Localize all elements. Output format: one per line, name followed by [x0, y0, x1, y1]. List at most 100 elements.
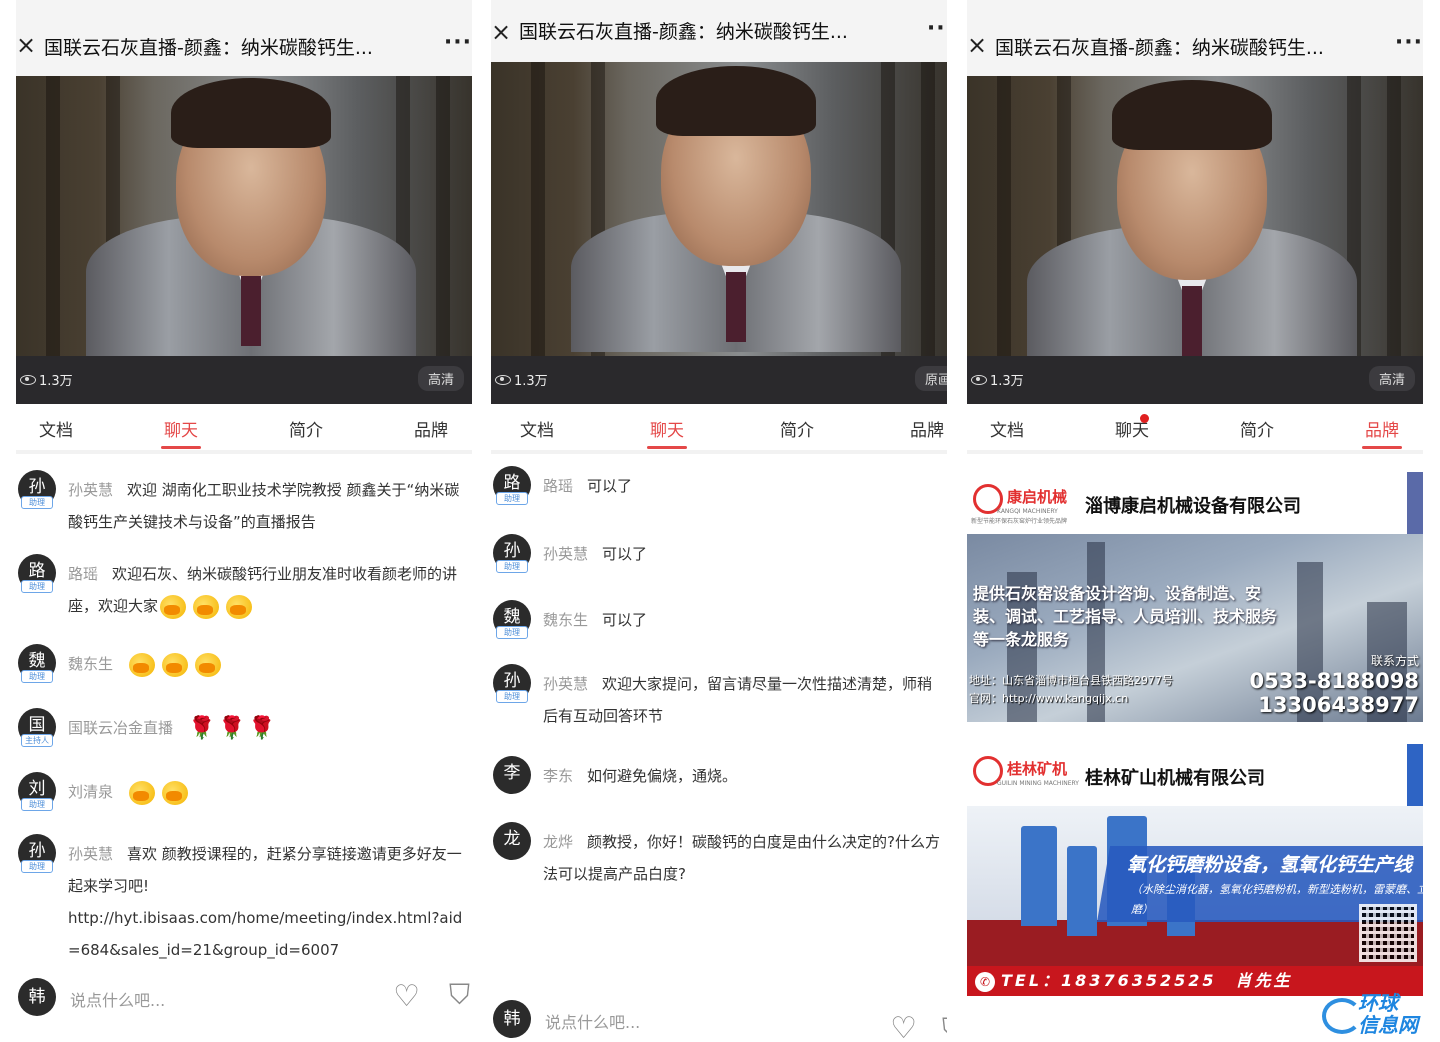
quality-button[interactable]: 高清: [1368, 366, 1415, 391]
top-bar: × 国联云石灰直播-颜鑫：纳米碳酸钙生... ···: [491, 0, 947, 62]
hug-emoji-icon: [160, 779, 190, 807]
username: 孙英慧: [543, 545, 589, 563]
tab-chat[interactable]: 聊天: [1102, 414, 1162, 441]
tab-intro[interactable]: 简介: [1227, 416, 1287, 441]
username: 路瑶: [68, 565, 99, 583]
hug-emoji-icon: [127, 779, 157, 807]
message-text: 可以了: [602, 611, 648, 629]
quality-button[interactable]: 原画: [914, 366, 947, 391]
more-options-icon[interactable]: ···: [927, 16, 947, 41]
hug-emoji-icon: [127, 651, 157, 679]
tab-documents[interactable]: 文档: [26, 416, 86, 441]
avatar: 龙: [493, 822, 531, 860]
page-title: 国联云石灰直播-颜鑫：纳米碳酸钙生...: [995, 37, 1324, 59]
video-status-bar: 1.3万 原画: [491, 356, 947, 404]
gift-icon[interactable]: ⛉: [449, 980, 470, 1010]
hug-emoji-icon: [193, 651, 223, 679]
tab-documents[interactable]: 文档: [977, 416, 1037, 441]
message-text: 可以了: [602, 545, 648, 563]
username: 魏东生: [68, 655, 114, 673]
username: 国联云冶金直播: [68, 719, 174, 737]
heart-icon[interactable]: ♡: [393, 982, 420, 1012]
tab-chat[interactable]: 聊天: [151, 416, 211, 449]
message-text: 欢迎 湖南化工职业技术学院教授 颜鑫关于“纳米碳酸钙生产关键技术与设备”的直播报…: [68, 481, 460, 531]
rose-icon: 🌹: [188, 715, 216, 741]
role-badge: 助理: [21, 860, 53, 873]
tab-bar: 文档 聊天 简介 品牌: [16, 404, 472, 454]
message-text: 如何避免偏烧，通烧。: [587, 767, 738, 785]
username: 刘清泉: [68, 783, 114, 801]
chat-input-bar: 韩 说点什么吧... ♡ ⛉: [491, 990, 947, 1042]
message-text: 喜欢 颜教授课程的，赶紧分享链接邀请更多好友一起来学习吧!: [68, 845, 462, 895]
brand-ad-guilin[interactable]: 桂林矿机 GUILIN MINING MACHINERY 桂林矿山机械有限公司 …: [967, 744, 1423, 996]
eye-icon: [971, 374, 987, 385]
quality-button[interactable]: 高清: [417, 366, 464, 391]
company-name: 淄博康启机械设备有限公司: [1085, 496, 1301, 517]
role-badge: 助理: [21, 496, 53, 509]
chat-input[interactable]: 说点什么吧...: [70, 987, 165, 1011]
close-icon[interactable]: ×: [16, 30, 36, 60]
live-video-player[interactable]: 1.3万 高清: [16, 76, 472, 404]
tab-brand[interactable]: 品牌: [1352, 416, 1412, 449]
avatar: 韩: [18, 978, 56, 1016]
role-badge: 主持人: [21, 734, 53, 747]
avatar: 韩: [493, 1000, 531, 1038]
message-text: 欢迎大家提问，留言请尽量一次性描述清楚，师稍后有互动回答环节: [543, 675, 933, 725]
video-frame: [491, 62, 947, 356]
hug-emoji-icon: [191, 593, 221, 621]
ad-address: 地址：山东省淄博市桓台县铁西路2977号 官网：http://www.kangqi…: [969, 674, 1173, 705]
phone-screen-chat-questions: × 国联云石灰直播-颜鑫：纳米碳酸钙生... ··· 1.3万 原画 文档 聊天…: [491, 0, 947, 1042]
role-badge: 助理: [496, 560, 528, 573]
video-frame: [16, 76, 472, 356]
avatar: 李: [493, 756, 531, 794]
live-video-player[interactable]: 1.3万 原画: [491, 62, 947, 404]
heart-icon[interactable]: ♡: [890, 1014, 917, 1042]
more-options-icon[interactable]: ···: [444, 30, 472, 55]
globe-logo-icon: [1322, 998, 1362, 1034]
company-name: 桂林矿山机械有限公司: [1085, 768, 1265, 789]
hug-emoji-icon: [160, 651, 190, 679]
ad-slogan: 提供石灰窑设备设计咨询、设备制造、安装、调试、工艺指导、人员培训、技术服务等一条…: [973, 584, 1278, 649]
tab-bar: 文档 聊天 简介 品牌: [967, 404, 1423, 454]
top-bar: × 国联云石灰直播-颜鑫：纳米碳酸钙生... ···: [967, 0, 1423, 76]
message-text: 欢迎石灰、纳米碳酸钙行业朋友准时收看颜老师的讲座，欢迎大家: [68, 565, 458, 615]
page-title: 国联云石灰直播-颜鑫：纳米碳酸钙生...: [519, 21, 848, 43]
tab-brand[interactable]: 品牌: [897, 416, 947, 441]
share-link[interactable]: http://hyt.ibisaas.com/home/meeting/inde…: [68, 909, 462, 959]
username: 孙英慧: [68, 481, 114, 499]
ad-header: 桂林矿机 GUILIN MINING MACHINERY 桂林矿山机械有限公司: [967, 744, 1423, 806]
username: 孙英慧: [68, 845, 114, 863]
role-badge: 助理: [21, 580, 53, 593]
brand-ad-kangqi[interactable]: 康启机械 KANGQI MACHINERY 新型节能环保石灰窑炉行业领先品牌 淄…: [967, 472, 1423, 722]
ad-contact: 联系方式 0533-8188098 13306438977: [1249, 654, 1419, 717]
role-badge: 助理: [21, 798, 53, 811]
tab-intro[interactable]: 简介: [767, 416, 827, 441]
eye-icon: [20, 374, 36, 385]
role-badge: 助理: [496, 626, 528, 639]
close-icon[interactable]: ×: [491, 17, 511, 47]
ad-title: 氧化钙磨粉设备，氢氧化钙生产线: [1127, 854, 1413, 876]
tab-intro[interactable]: 简介: [276, 416, 336, 441]
ad-image: 氧化钙磨粉设备，氢氧化钙生产线 （水除尘消化器，氢氧化钙磨粉机，新型选粉机，雷蒙…: [967, 806, 1423, 996]
brand-logo-tagline: 新型节能环保石灰窑炉行业领先品牌: [971, 518, 1068, 525]
unread-dot-icon: [1140, 414, 1149, 423]
role-badge: 助理: [21, 670, 53, 683]
top-bar: × 国联云石灰直播-颜鑫：纳米碳酸钙生... ···: [16, 0, 472, 76]
rose-icon: 🌹: [248, 715, 276, 741]
close-icon[interactable]: ×: [967, 30, 987, 60]
tab-chat[interactable]: 聊天: [637, 416, 697, 449]
username: 魏东生: [543, 611, 589, 629]
username: 路瑶: [543, 477, 574, 495]
live-video-player[interactable]: 1.3万 高清: [967, 76, 1423, 404]
brand-logo-en: KANGQI MACHINERY: [997, 508, 1058, 515]
phone-screen-chat: × 国联云石灰直播-颜鑫：纳米碳酸钙生... ··· 1.3万 高清 文档 聊天…: [16, 0, 472, 1042]
chat-input[interactable]: 说点什么吧...: [545, 1009, 640, 1033]
more-options-icon[interactable]: ···: [1395, 30, 1423, 55]
username: 李东: [543, 767, 574, 785]
gift-icon[interactable]: ⛉: [942, 1014, 947, 1042]
tab-brand[interactable]: 品牌: [401, 416, 461, 441]
video-status-bar: 1.3万 高清: [967, 356, 1423, 404]
brand-logo-en: GUILIN MINING MACHINERY: [997, 780, 1079, 787]
role-badge: 助理: [496, 690, 528, 703]
tab-documents[interactable]: 文档: [507, 416, 567, 441]
